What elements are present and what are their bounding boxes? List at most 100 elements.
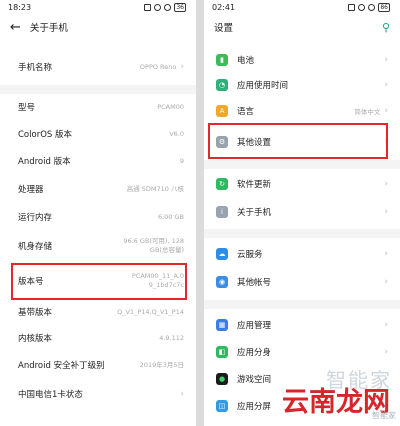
row-ram: 运行内存 6.00 GB [0,206,196,228]
status-bar: 18:23 36 [0,0,196,15]
battery-level: 36 [174,3,186,12]
row-model: 型号 PCAM00 [0,96,196,118]
chevron-right-icon: › [180,62,184,72]
row-value: 4.9.112 [159,333,184,342]
item-label: 关于手机 [237,208,272,218]
page-header: ← 关于手机 [0,15,196,39]
search-icon[interactable]: ⚲ [382,21,390,34]
row-baseband: 基带版本 Q_V1_P14,Q_V1_P14 [0,302,196,322]
row-value: 2019年3月5日 [139,360,184,369]
row-value: V6.0 [169,129,184,138]
settings-item-language[interactable]: A 语言 简体中文 › [204,100,400,122]
row-processor: 处理器 高通 SDM710 八核 [0,178,196,200]
row-value: 6.00 GB [157,212,184,221]
wifi-icon [368,4,376,11]
row-storage: 机身存储 96.6 GB(可用), 128 GB(总容量) [0,234,196,258]
game-space-icon: ● [216,373,228,385]
about-phone-icon: i [216,206,228,218]
row-label: 型号 [18,103,36,113]
nfc-icon [144,4,152,11]
other-settings-highlight [208,123,388,159]
row-value: OPPO Reno [139,62,177,71]
section-divider [204,300,400,309]
section-divider [204,160,400,169]
settings-item-app-usage[interactable]: ◔ 应用使用时间 › [204,74,400,96]
other-accounts-icon: ◉ [216,276,228,288]
page-title: 设置 [214,23,234,34]
row-device-name[interactable]: 手机名称 OPPO Reno › [0,55,196,79]
row-security-patch: Android 安全补丁级别 2019年3月5日 [0,355,196,375]
row-android-version: Android 版本 9 [0,150,196,172]
item-label: 软件更新 [237,180,272,190]
split-screen-icon: ◫ [216,400,228,412]
row-label: 内核版本 [18,334,53,344]
item-label: 其他帐号 [237,278,272,288]
build-number-highlight [11,263,187,300]
chevron-right-icon: › [384,277,388,287]
back-arrow-icon[interactable]: ← [10,21,21,34]
settings-item-cloud-service[interactable]: ☁ 云服务 › [204,243,400,265]
software-update-icon: ↻ [216,178,228,190]
row-label: Android 安全补丁级别 [18,361,105,371]
row-label: 基带版本 [18,308,53,318]
chevron-right-icon: › [384,179,388,189]
battery-level: 86 [378,3,390,12]
row-coloros-version: ColorOS 版本 V6.0 [0,123,196,145]
status-time: 02:41 [212,3,236,12]
alarm-icon [154,4,162,11]
settings-item-app-clone[interactable]: ◧ 应用分身 › [204,341,400,363]
row-value: 高通 SDM710 八核 [126,184,184,193]
alarm-icon [358,4,366,11]
page-header: 设置 ⚲ [204,15,400,39]
chevron-right-icon: › [384,249,388,259]
language-icon: A [216,105,228,117]
watermark-text-small: 智能家 [372,411,396,420]
chevron-right-icon: › [384,347,388,357]
item-label: 应用使用时间 [237,81,289,91]
item-label: 云服务 [237,250,263,260]
row-label: Android 版本 [18,157,71,167]
settings-item-battery[interactable]: ▮ 电池 › [204,49,400,71]
row-label: 运行内存 [18,213,53,223]
chevron-right-icon: › [384,207,388,217]
app-management-icon: ▦ [216,319,228,331]
row-value: PCAM00 [157,102,184,111]
app-usage-icon: ◔ [216,79,228,91]
section-divider [204,229,400,238]
settings-item-app-management[interactable]: ▦ 应用管理 › [204,314,400,336]
row-label: 中国电信1卡状态 [18,390,83,400]
about-phone-screen: 18:23 36 ← 关于手机 手机名称 OPPO Reno › 型号 PCAM… [0,0,196,426]
settings-item-other-accounts[interactable]: ◉ 其他帐号 › [204,271,400,293]
page-title: 关于手机 [29,23,68,34]
settings-item-software-update[interactable]: ↻ 软件更新 › [204,173,400,195]
row-kernel: 内核版本 4.9.112 [0,328,196,348]
chevron-right-icon: › [180,389,184,399]
item-label: 应用分身 [237,348,272,358]
row-label: 手机名称 [18,63,53,73]
status-time: 18:23 [8,3,32,12]
section-divider [0,85,196,94]
row-sim1-status[interactable]: 中国电信1卡状态 › [0,384,196,404]
cloud-service-icon: ☁ [216,248,228,260]
app-clone-icon: ◧ [216,346,228,358]
row-value: 96.6 GB(可用), 128 GB(总容量) [123,237,184,254]
row-label: 处理器 [18,185,44,195]
item-value: 简体中文 [354,108,381,116]
row-value: Q_V1_P14,Q_V1_P14 [117,307,184,316]
chevron-right-icon: › [384,80,388,90]
chevron-right-icon: › [384,55,388,65]
chevron-right-icon: › [384,320,388,330]
row-label: ColorOS 版本 [18,130,72,140]
row-label: 机身存储 [18,242,53,252]
battery-icon: ▮ [216,54,228,66]
chevron-right-icon: › [384,106,388,116]
row-value: 9 [179,156,184,165]
item-label: 语言 [237,107,255,117]
status-bar: 02:41 86 [204,0,400,15]
nfc-icon [348,4,356,11]
settings-item-about-phone[interactable]: i 关于手机 › [204,201,400,223]
wifi-icon [164,4,172,11]
item-label: 电池 [237,56,255,66]
settings-screen: 02:41 86 设置 ⚲ ▮ 电池 › ◔ 应用使用时间 › A 语言 简体中… [204,0,400,426]
item-label: 应用管理 [237,321,272,331]
